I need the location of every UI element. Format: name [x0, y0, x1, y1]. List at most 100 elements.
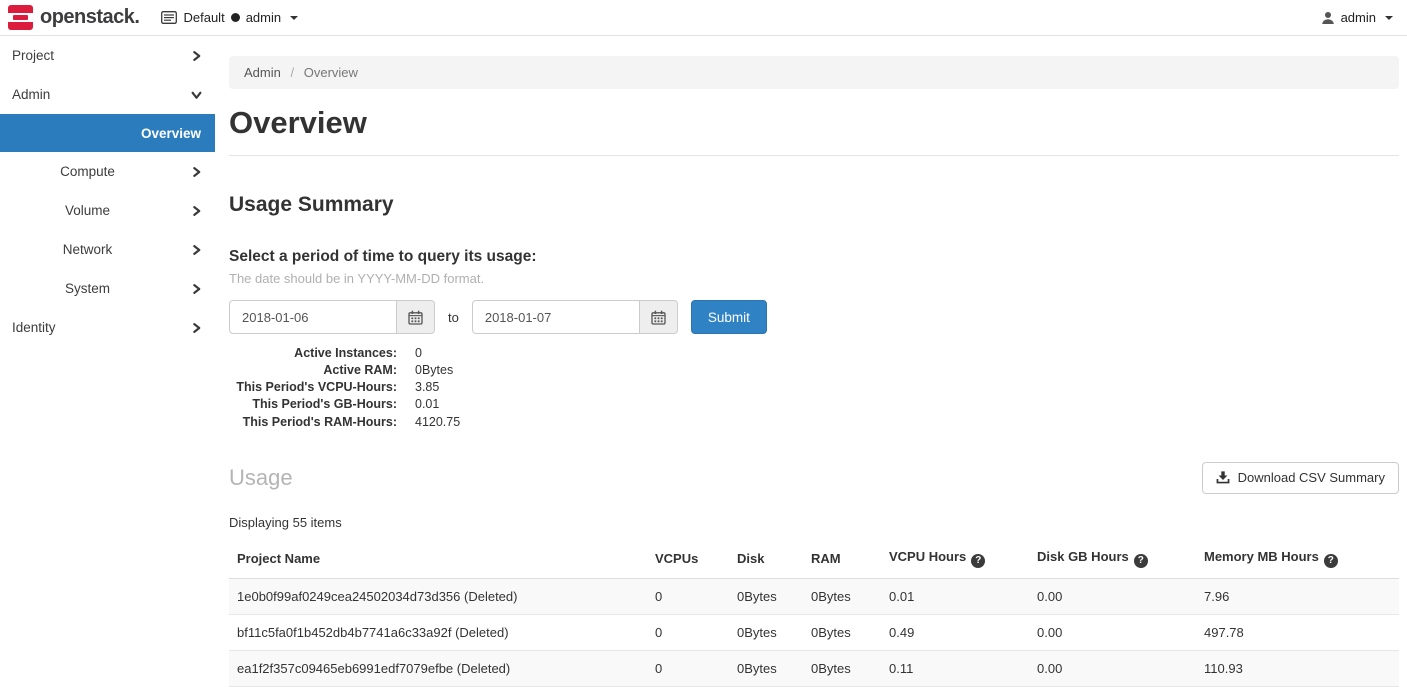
user-menu[interactable]: admin	[1321, 10, 1393, 25]
usage-summary-heading: Usage Summary	[229, 193, 1399, 217]
context-domain-label: Default	[183, 10, 224, 25]
items-count: Displaying 55 items	[229, 515, 1399, 530]
stat-vcpu-hours: This Period's VCPU-Hours: 3.85	[229, 381, 1399, 394]
column-header-ram: RAM	[803, 539, 881, 579]
breadcrumb-separator: /	[290, 65, 294, 80]
help-icon[interactable]: ?	[1324, 554, 1338, 568]
project-context-switcher[interactable]: Default admin	[161, 10, 298, 25]
sidebar-item-label: Project	[12, 48, 54, 63]
user-name-label: admin	[1341, 10, 1376, 25]
submit-button[interactable]: Submit	[691, 300, 767, 334]
column-header-disk-gb-hours: Disk GB Hours?	[1029, 539, 1196, 579]
usage-summary-stats: Active Instances: 0 Active RAM: 0Bytes T…	[229, 347, 1399, 429]
chevron-right-icon	[191, 50, 202, 61]
cell-disk: 0Bytes	[729, 650, 803, 686]
cell-vcpus: 0	[647, 578, 729, 614]
cell-vcpu-hours: 0.11	[881, 650, 1029, 686]
stat-label: This Period's RAM-Hours:	[229, 416, 397, 429]
chevron-right-icon	[191, 283, 202, 294]
cell-vcpus: 0	[647, 614, 729, 650]
date-range-prompt: Select a period of time to query its usa…	[229, 248, 1399, 266]
end-date-calendar-button[interactable]	[640, 300, 678, 334]
usage-table-heading: Usage	[229, 465, 293, 491]
end-date-input[interactable]	[472, 300, 640, 334]
cell-ram: 0Bytes	[803, 614, 881, 650]
cell-vcpus: 0	[647, 650, 729, 686]
column-header-project-name: Project Name	[229, 539, 647, 579]
chevron-right-icon	[191, 322, 202, 333]
cell-ram: 0Bytes	[803, 650, 881, 686]
help-icon[interactable]: ?	[971, 554, 985, 568]
sidebar-item-project[interactable]: Project	[0, 36, 215, 75]
date-format-hint: The date should be in YYYY-MM-DD format.	[229, 271, 1399, 286]
table-row: 1e0b0f99af0249cea24502034d73d356 (Delete…	[229, 578, 1399, 614]
sidebar-item-label: Overview	[141, 126, 201, 141]
sidebar-item-overview[interactable]: Overview	[0, 114, 215, 152]
download-csv-label: Download CSV Summary	[1238, 470, 1385, 485]
start-date-calendar-button[interactable]	[397, 300, 435, 334]
download-csv-button[interactable]: Download CSV Summary	[1202, 462, 1399, 494]
openstack-brand[interactable]: openstack.	[8, 5, 139, 30]
cell-disk-gb-hours: 0.00	[1029, 614, 1196, 650]
breadcrumb-current: Overview	[304, 65, 358, 80]
sidebar-item-label: Compute	[60, 164, 115, 179]
cell-memory-mb-hours: 110.93	[1196, 650, 1399, 686]
help-icon[interactable]: ?	[1134, 554, 1148, 568]
cell-disk: 0Bytes	[729, 614, 803, 650]
end-date-group	[472, 300, 678, 334]
cell-disk-gb-hours: 0.00	[1029, 650, 1196, 686]
chevron-right-icon	[191, 166, 202, 177]
sidebar-item-system[interactable]: System	[0, 269, 215, 308]
cell-project-name: ea1f2f357c09465eb6991edf7079efbe (Delete…	[229, 650, 647, 686]
column-header-vcpu-hours: VCPU Hours?	[881, 539, 1029, 579]
stat-active-ram: Active RAM: 0Bytes	[229, 364, 1399, 377]
table-header-row: Project Name VCPUs Disk RAM VCPU Hours?	[229, 539, 1399, 579]
cell-memory-mb-hours: 7.96	[1196, 578, 1399, 614]
sidebar-item-compute[interactable]: Compute	[0, 152, 215, 191]
sidebar-item-identity[interactable]: Identity	[0, 308, 215, 347]
usage-table: Project Name VCPUs Disk RAM VCPU Hours?	[229, 539, 1399, 687]
stat-label: This Period's GB-Hours:	[229, 398, 397, 411]
stat-label: Active RAM:	[229, 364, 397, 377]
calendar-icon	[651, 310, 666, 325]
stat-value: 0	[415, 347, 422, 360]
to-label: to	[448, 310, 459, 325]
calendar-icon	[408, 310, 423, 325]
stat-value: 0Bytes	[415, 364, 453, 377]
chevron-right-icon	[191, 244, 202, 255]
cell-disk-gb-hours: 0.00	[1029, 578, 1196, 614]
title-divider	[229, 155, 1399, 156]
context-project-label: admin	[246, 10, 281, 25]
stat-active-instances: Active Instances: 0	[229, 347, 1399, 360]
cell-ram: 0Bytes	[803, 578, 881, 614]
date-range-form: to Submit	[229, 300, 1399, 334]
stat-label: Active Instances:	[229, 347, 397, 360]
cell-vcpu-hours: 0.01	[881, 578, 1029, 614]
stat-gb-hours: This Period's GB-Hours: 0.01	[229, 398, 1399, 411]
table-row: bf11c5fa0f1b452db4b7741a6c33a92f (Delete…	[229, 614, 1399, 650]
brand-wordmark: openstack.	[40, 6, 139, 29]
breadcrumb-parent: Admin	[244, 65, 281, 80]
sidebar-item-volume[interactable]: Volume	[0, 191, 215, 230]
chevron-right-icon	[191, 205, 202, 216]
cell-memory-mb-hours: 497.78	[1196, 614, 1399, 650]
chevron-down-icon	[191, 89, 202, 100]
user-icon	[1321, 11, 1335, 25]
openstack-logo-icon	[8, 5, 33, 30]
sidebar-item-label: Admin	[12, 87, 50, 102]
stat-value: 4120.75	[415, 416, 460, 429]
sidebar-item-label: Identity	[12, 320, 56, 335]
sidebar-item-admin[interactable]: Admin	[0, 75, 215, 114]
table-row: ea1f2f357c09465eb6991edf7079efbe (Delete…	[229, 650, 1399, 686]
context-separator-dot	[231, 13, 240, 22]
cell-project-name: 1e0b0f99af0249cea24502034d73d356 (Delete…	[229, 578, 647, 614]
cell-disk: 0Bytes	[729, 578, 803, 614]
page-title: Overview	[229, 105, 1399, 141]
cell-vcpu-hours: 0.49	[881, 614, 1029, 650]
sidebar: Project Admin Overview Compute Volume	[0, 36, 215, 670]
start-date-input[interactable]	[229, 300, 397, 334]
chevron-down-icon	[290, 16, 298, 20]
download-icon	[1216, 471, 1230, 484]
sidebar-item-network[interactable]: Network	[0, 230, 215, 269]
column-header-disk: Disk	[729, 539, 803, 579]
